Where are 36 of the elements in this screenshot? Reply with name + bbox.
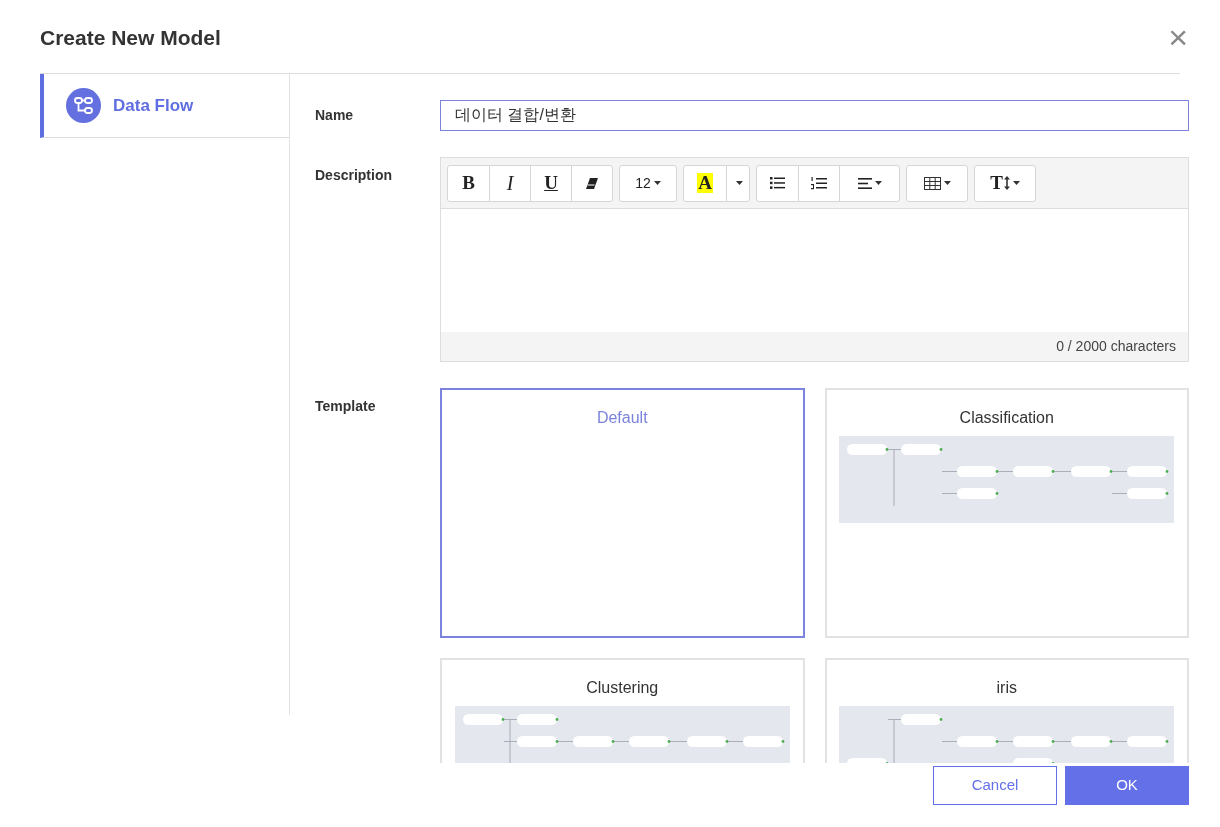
field-label: Description (315, 166, 393, 185)
eraser-icon (586, 177, 598, 189)
template-card[interactable]: Classification (824, 388, 1189, 638)
template-name: iris (995, 678, 1018, 698)
template-name: Clustering (585, 678, 660, 698)
highlight-button[interactable]: A (684, 165, 726, 201)
cancel-button[interactable]: Cancel (933, 766, 1057, 805)
numbered-list-icon (811, 176, 827, 190)
sidebar-item[interactable]: Data Flow (40, 74, 289, 138)
table-icon (923, 176, 941, 190)
caret-icon (735, 181, 743, 185)
up-down-arrow-icon (1003, 176, 1010, 190)
caret-icon (653, 181, 661, 185)
font-size-button[interactable]: 12 (620, 165, 676, 201)
name-field[interactable]: 데이터 결합/변환 (440, 100, 1189, 131)
flow-icon (66, 88, 101, 123)
bold-button[interactable]: B (448, 165, 489, 201)
description-editor[interactable]: B I U 12 A T 0 / 2000 characters (440, 157, 1189, 362)
caret-icon (943, 181, 951, 185)
align-icon (857, 177, 872, 189)
underline-button[interactable]: U (530, 165, 571, 201)
dialog-title: Create New Model (40, 24, 221, 51)
caret-icon (1012, 181, 1020, 185)
character-counter: 0 / 2000 characters (1056, 337, 1176, 356)
field-label: Name (315, 106, 355, 125)
line-height-button[interactable]: T (975, 165, 1035, 201)
caret-icon (874, 181, 882, 185)
field-label: Template (315, 397, 377, 416)
bullet-list-icon (770, 177, 785, 189)
italic-button[interactable]: I (489, 165, 530, 201)
template-name: Classification (958, 408, 1055, 428)
close-button[interactable]: × (1168, 19, 1188, 54)
template-name: Default (595, 408, 649, 428)
template-card[interactable]: Default (440, 388, 805, 638)
template-card[interactable]: Clustering (440, 658, 805, 763)
ok-button[interactable]: OK (1065, 766, 1189, 805)
